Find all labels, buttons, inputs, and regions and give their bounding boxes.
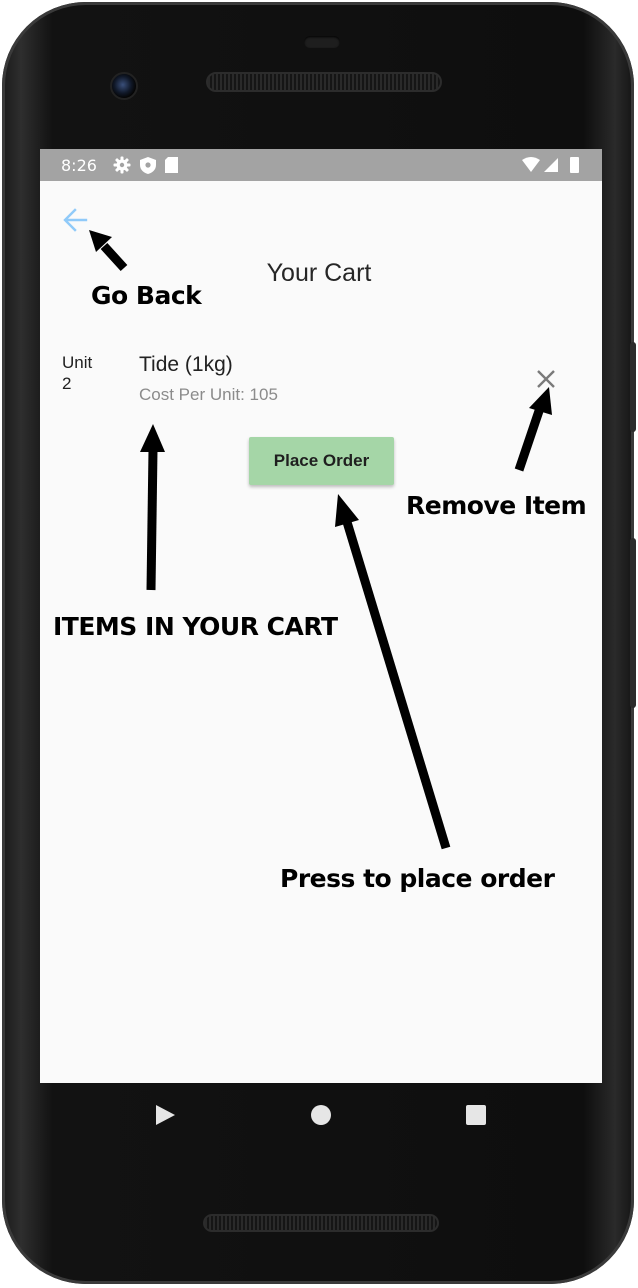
remove-item-button[interactable] xyxy=(534,367,558,391)
item-cost: Cost Per Unit: 105 xyxy=(139,385,278,404)
bottom-speaker-grille xyxy=(203,1214,439,1232)
unit-quantity: 2 xyxy=(62,374,72,393)
arrow-left-icon xyxy=(63,208,88,232)
battery-icon xyxy=(570,157,579,173)
close-icon xyxy=(537,370,555,388)
shield-icon xyxy=(140,157,156,174)
annotation-items-in-cart: ITEMS IN YOUR CART xyxy=(53,612,338,641)
annotation-remove-item: Remove Item xyxy=(406,491,587,520)
annotation-place-order: Press to place order xyxy=(280,864,555,893)
status-bar: 8:26 xyxy=(40,149,602,181)
signal-icon xyxy=(544,158,558,172)
volume-button xyxy=(630,538,636,708)
status-time: 8:26 xyxy=(61,156,97,175)
android-nav-bar xyxy=(40,1083,602,1147)
settings-icon xyxy=(113,156,131,174)
back-button[interactable] xyxy=(60,205,96,235)
home-circle-icon[interactable] xyxy=(311,1105,331,1125)
page-title-text: Your Cart xyxy=(266,259,372,287)
unit-label: Unit xyxy=(62,353,93,372)
nav-bar-icons xyxy=(156,1105,486,1125)
proximity-sensor xyxy=(304,36,340,48)
back-triangle-icon[interactable] xyxy=(156,1105,175,1125)
item-name: Tide (1kg) xyxy=(139,353,233,376)
status-right-icons xyxy=(522,157,579,173)
annotation-go-back: Go Back xyxy=(91,281,202,310)
top-speaker-grille xyxy=(206,72,442,92)
recents-square-icon[interactable] xyxy=(466,1105,486,1125)
sd-card-icon xyxy=(165,157,178,173)
wifi-icon xyxy=(522,157,540,172)
status-left-icons xyxy=(113,156,178,174)
power-button xyxy=(630,342,636,432)
place-order-button[interactable]: Place Order xyxy=(249,437,394,485)
front-camera-icon xyxy=(110,72,138,100)
